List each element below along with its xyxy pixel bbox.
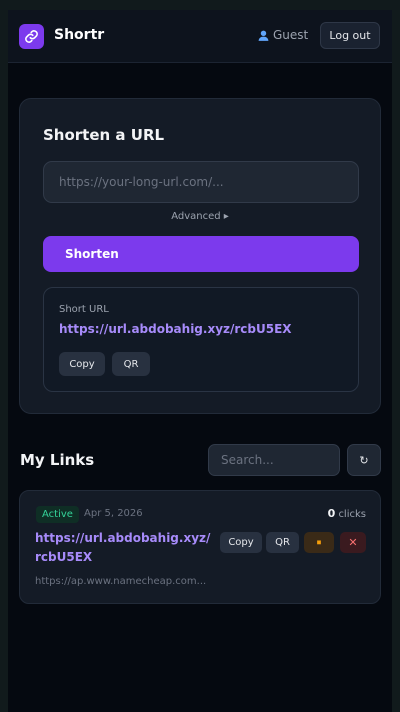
- short-url-result: Short URL https://url.abdobahig.xyz/rcbU…: [43, 287, 359, 392]
- link-qr-button[interactable]: QR: [266, 532, 299, 553]
- app-window: Shortr Guest Log out Shorten a URL Advan…: [8, 10, 392, 712]
- delete-icon[interactable]: ✕: [340, 532, 366, 553]
- link-original-url: https://ap.www.namecheap.com...: [35, 576, 207, 587]
- page-frame: Shortr Guest Log out Shorten a URL Advan…: [0, 0, 400, 712]
- top-bar: Shortr Guest Log out: [8, 10, 392, 63]
- advanced-toggle[interactable]: Advanced ▸: [20, 211, 380, 222]
- link-date: Apr 5, 2026: [84, 508, 143, 519]
- links-search-input[interactable]: [208, 444, 340, 476]
- click-count-label: clicks: [338, 509, 366, 520]
- copy-button[interactable]: Copy: [59, 352, 105, 376]
- link-icon[interactable]: [19, 24, 44, 49]
- card-title: Shorten a URL: [43, 126, 165, 144]
- link-short-url[interactable]: https://url.abdobahig.xyz/rcbU5EX: [35, 529, 211, 567]
- link-item: Active Apr 5, 2026 0 clicks https://url.…: [19, 490, 381, 604]
- my-links-heading: My Links: [20, 451, 95, 469]
- status-badge: Active: [36, 506, 79, 523]
- refresh-button[interactable]: ↻: [347, 444, 381, 476]
- qr-button[interactable]: QR: [112, 352, 150, 376]
- pause-icon[interactable]: ⏹: [304, 532, 334, 553]
- user-indicator: Guest: [257, 28, 308, 42]
- user-name: Guest: [273, 28, 309, 42]
- link-copy-button[interactable]: Copy: [220, 532, 262, 553]
- long-url-input[interactable]: [43, 161, 359, 203]
- logout-button[interactable]: Log out: [320, 22, 380, 49]
- short-url-link[interactable]: https://url.abdobahig.xyz/rcbU5EX: [59, 322, 292, 336]
- brand-name[interactable]: Shortr: [54, 27, 104, 43]
- short-url-label: Short URL: [59, 304, 109, 315]
- shorten-card: Shorten a URL Advanced ▸ Shorten Short U…: [19, 98, 381, 414]
- user-icon: [258, 30, 269, 41]
- click-count-value: 0: [327, 507, 336, 520]
- shorten-button[interactable]: Shorten: [43, 236, 359, 272]
- click-count: 0 clicks: [328, 507, 366, 520]
